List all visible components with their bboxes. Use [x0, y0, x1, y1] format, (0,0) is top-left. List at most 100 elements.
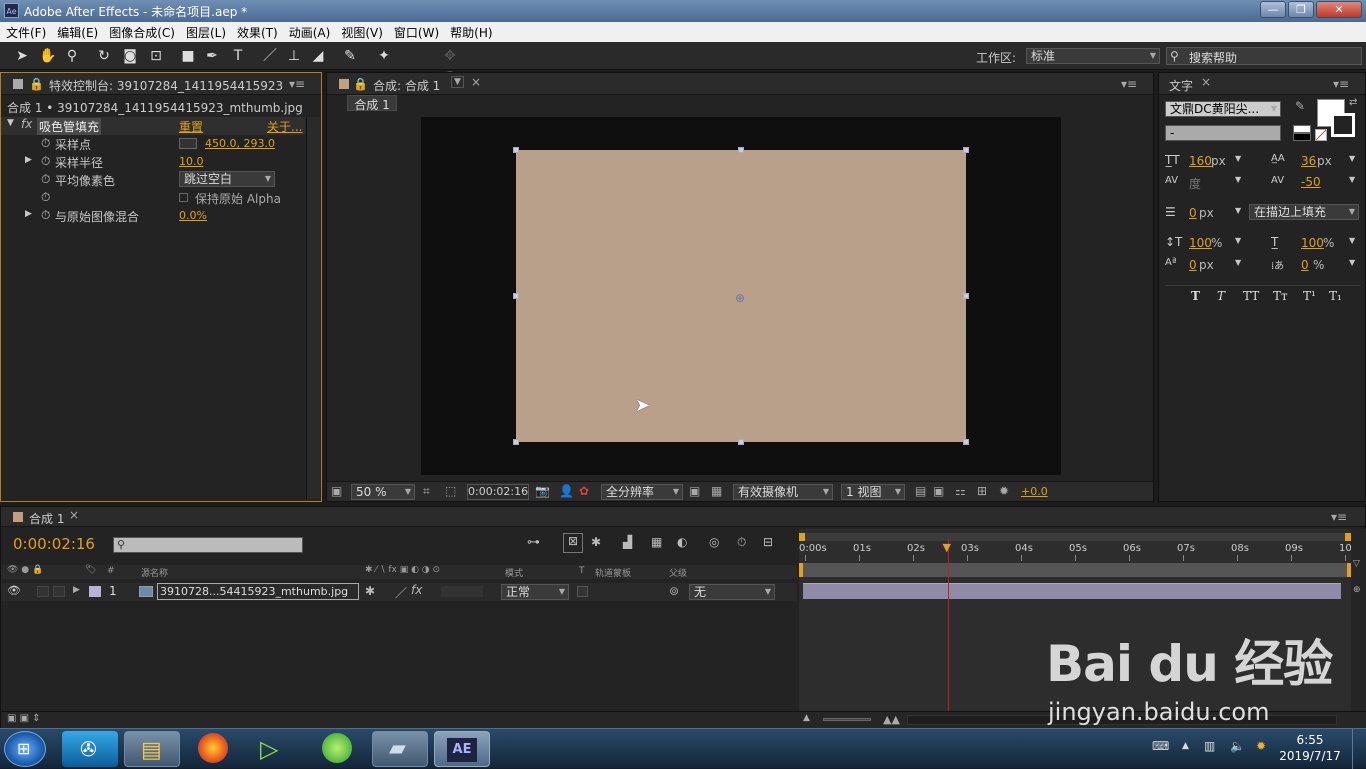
tsume-dropdown-icon[interactable]: ▼	[1349, 258, 1355, 267]
rectangle-tool-icon[interactable]: ■	[178, 46, 198, 66]
show-hidden-icons-icon[interactable]: ▲	[1182, 741, 1189, 751]
network-tray-icon[interactable]: ▥	[1204, 739, 1215, 753]
nav-start-handle[interactable]	[799, 533, 805, 541]
expand-triangle-icon[interactable]: ▶	[25, 209, 32, 219]
app-tray-icon[interactable]: ✹	[1256, 739, 1266, 753]
timeline-icon[interactable]: ▣	[933, 484, 944, 498]
pen-tool-icon[interactable]: ✒	[202, 46, 222, 66]
viewer-area[interactable]: ⊕ ➤	[421, 117, 1061, 475]
handle-l[interactable]	[513, 293, 519, 299]
tab-composition[interactable]: 合成: 合成 1	[373, 77, 440, 94]
document-taskbar-icon[interactable]: ▰	[372, 731, 428, 767]
resolution-dropdown[interactable]: 全分辨率	[601, 484, 683, 500]
safe-zones-icon[interactable]: ⌗	[423, 484, 430, 499]
kerning-dropdown-icon[interactable]: ▼	[1235, 175, 1241, 184]
white-swatch[interactable]	[1293, 125, 1311, 133]
effects-scrollbar[interactable]	[306, 117, 320, 499]
pan-behind-tool-icon[interactable]: ⊡	[146, 46, 166, 66]
type-tool-icon[interactable]: T	[228, 46, 248, 66]
panel-menu-icon[interactable]: ▾≡	[1333, 77, 1349, 91]
timeline-search-input[interactable]: ⚲	[113, 537, 303, 553]
lock-icon[interactable]: 🔒	[29, 77, 44, 91]
zoom-dropdown[interactable]: 50 %	[351, 484, 415, 500]
panel-menu-icon[interactable]: ▾≡	[1331, 510, 1347, 524]
after-effects-taskbar-icon[interactable]: AE	[434, 731, 490, 767]
fast-preview-icon[interactable]: ▣	[689, 484, 700, 498]
all-caps-button[interactable]: TT	[1243, 289, 1259, 303]
tracking-dropdown-icon[interactable]: ▼	[1349, 175, 1355, 184]
keyboard-tray-icon[interactable]: ⌨	[1152, 739, 1169, 753]
maximize-button[interactable]: ❐	[1288, 1, 1314, 18]
expand-triangle-icon[interactable]: ▼	[7, 118, 14, 128]
quality-switch-icon[interactable]: ／	[395, 584, 407, 601]
zoom-out-icon[interactable]: ▲	[803, 713, 810, 723]
about-link[interactable]: 关于...	[267, 118, 302, 135]
work-area-bar[interactable]	[799, 563, 1351, 577]
close-tab-icon[interactable]: ×	[69, 508, 79, 522]
exposure-icon[interactable]: ✹	[999, 484, 1009, 498]
shy-switch-icon[interactable]: ✱	[365, 584, 375, 598]
brainstorm-icon[interactable]: ◐	[677, 535, 687, 549]
transparency-grid-icon[interactable]: ▦	[711, 484, 722, 498]
panel-menu-icon[interactable]: ▾≡	[1121, 77, 1137, 91]
motion-blur-icon[interactable]: ▦	[651, 535, 662, 549]
swap-colors-icon[interactable]: ⇄	[1349, 97, 1357, 108]
col-source-name[interactable]: 源名称	[141, 566, 168, 579]
faux-bold-button[interactable]: T	[1191, 289, 1200, 303]
clock-time[interactable]: 6:55	[1280, 733, 1340, 747]
effect-name[interactable]: 吸色管填充	[37, 118, 102, 135]
kerning-value[interactable]: 度	[1189, 175, 1201, 192]
black-swatch[interactable]	[1293, 133, 1311, 141]
handle-br[interactable]	[963, 439, 969, 445]
menu-animation[interactable]: 动画(A)	[283, 22, 336, 41]
tab-character[interactable]: 文字	[1169, 77, 1193, 94]
timeline-timecode[interactable]: 0:00:02:16	[13, 535, 95, 553]
menu-composition[interactable]: 图像合成(C)	[103, 22, 180, 41]
leading-value[interactable]: 36	[1301, 154, 1316, 168]
camera-tool-icon[interactable]: ◙	[120, 46, 140, 66]
parent-dropdown[interactable]: 无	[689, 584, 775, 600]
small-caps-button[interactable]: Tт	[1273, 289, 1288, 303]
vertical-scale-dropdown-icon[interactable]: ▼	[1235, 236, 1241, 245]
camera-dropdown[interactable]: 有效摄像机	[733, 484, 833, 500]
menu-edit[interactable]: 编辑(E)	[51, 22, 103, 41]
firefox-taskbar-icon[interactable]	[186, 731, 242, 767]
time-navigator[interactable]	[799, 533, 1351, 541]
show-snapshot-icon[interactable]: 👤	[559, 484, 574, 498]
explorer-taskbar-icon[interactable]: ▤	[124, 731, 180, 767]
visibility-eye-icon[interactable]: 👁	[7, 584, 21, 597]
toggle-pixel-icon[interactable]: ▤	[915, 484, 926, 498]
zoom-in-icon[interactable]: ▲▲	[883, 713, 900, 726]
menu-file[interactable]: 文件(F)	[0, 22, 51, 41]
subscript-button[interactable]: T₁	[1329, 289, 1342, 303]
puppet-pin-tool-icon[interactable]: ✦	[374, 46, 394, 66]
horizontal-scale-value[interactable]: 100	[1301, 236, 1324, 250]
roto-brush-tool-icon[interactable]: ✎	[340, 46, 360, 66]
audio-toggle[interactable]	[37, 586, 49, 597]
zoom-tool-icon[interactable]: ⚲	[62, 46, 82, 66]
switch-cells[interactable]	[441, 586, 483, 597]
sample-point-value[interactable]: 450.0, 293.0	[205, 137, 275, 150]
frame-blending-icon[interactable]: ▟	[623, 535, 632, 549]
shy-layers-icon[interactable]: ✱	[591, 535, 601, 549]
anchor-point-icon[interactable]: ⊕	[735, 291, 745, 305]
baseline-dropdown-icon[interactable]: ▼	[1235, 258, 1241, 267]
font-size-value[interactable]: 160	[1189, 154, 1212, 168]
stopwatch-icon[interactable]: ⏱	[41, 172, 50, 187]
handle-bl[interactable]	[513, 439, 519, 445]
tracking-value[interactable]: -50	[1301, 175, 1321, 189]
leading-dropdown-icon[interactable]: ▼	[1349, 154, 1355, 163]
clock-date[interactable]: 2019/7/17	[1276, 749, 1344, 763]
workspace-dropdown[interactable]: 标准	[1026, 48, 1160, 64]
crosshair-icon[interactable]	[179, 138, 197, 149]
hand-tool-icon[interactable]: ✋	[38, 46, 58, 66]
stopwatch-icon[interactable]: ⏱	[41, 154, 50, 169]
handle-r[interactable]	[963, 293, 969, 299]
tab-effect-controls[interactable]: 特效控制台: 39107284_1411954415923_mth	[49, 77, 283, 94]
stopwatch-icon[interactable]: ⏱	[41, 136, 50, 151]
region-icon[interactable]: ▣	[331, 484, 342, 498]
close-tab-icon[interactable]: ×	[1201, 75, 1211, 89]
tab-timeline[interactable]: 合成 1	[29, 510, 64, 527]
current-time-indicator-icon[interactable]: ▼	[943, 541, 951, 554]
comp-timecode[interactable]: 0:00:02:16	[467, 484, 529, 500]
